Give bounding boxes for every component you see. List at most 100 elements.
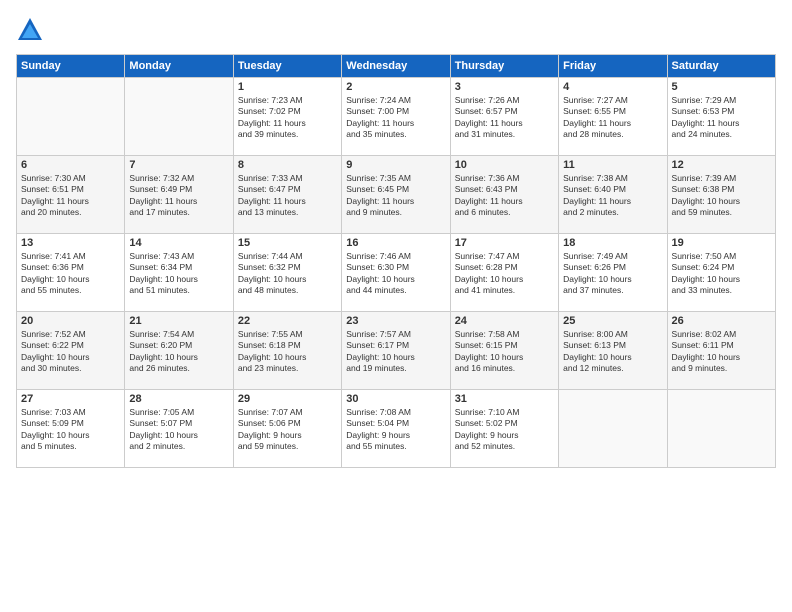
day-number: 11 bbox=[563, 159, 662, 171]
day-number: 7 bbox=[129, 159, 228, 171]
day-cell: 24 Sunrise: 7:58 AM Sunset: 6:15 PM Dayli… bbox=[450, 312, 558, 390]
day-number: 5 bbox=[672, 81, 771, 93]
day-cell: 3Sunrise: 7:26 AM Sunset: 6:57 PM Daylig… bbox=[450, 78, 558, 156]
header-row: SundayMondayTuesdayWednesdayThursdayFrid… bbox=[17, 55, 776, 78]
day-info: Sunrise: 7:55 AM Sunset: 6:18 PM Dayligh… bbox=[238, 329, 337, 375]
day-cell bbox=[17, 78, 125, 156]
day-info: Sunrise: 7:36 AM Sunset: 6:43 PM Dayligh… bbox=[455, 173, 554, 219]
day-cell: 25 Sunrise: 8:00 AM Sunset: 6:13 PM Dayli… bbox=[559, 312, 667, 390]
day-cell: 16Sunrise: 7:46 AM Sunset: 6:30 PM Dayli… bbox=[342, 234, 450, 312]
day-number: 30 bbox=[346, 393, 445, 405]
col-header-saturday: Saturday bbox=[667, 55, 775, 78]
day-number: 6 bbox=[21, 159, 120, 171]
day-cell: 9 Sunrise: 7:35 AM Sunset: 6:45 PM Daylig… bbox=[342, 156, 450, 234]
day-info: Sunrise: 8:00 AM Sunset: 6:13 PM Dayligh… bbox=[563, 329, 662, 375]
day-info: Sunrise: 7:05 AM Sunset: 5:07 PM Dayligh… bbox=[129, 407, 228, 453]
day-info: Sunrise: 7:41 AM Sunset: 6:36 PM Dayligh… bbox=[21, 251, 120, 297]
day-cell bbox=[125, 78, 233, 156]
day-cell: 28 Sunrise: 7:05 AM Sunset: 5:07 PM Dayli… bbox=[125, 390, 233, 468]
logo bbox=[16, 16, 48, 44]
day-info: Sunrise: 7:03 AM Sunset: 5:09 PM Dayligh… bbox=[21, 407, 120, 453]
week-row-1: 1Sunrise: 7:23 AM Sunset: 7:02 PM Daylig… bbox=[17, 78, 776, 156]
day-info: Sunrise: 7:49 AM Sunset: 6:26 PM Dayligh… bbox=[563, 251, 662, 297]
day-number: 1 bbox=[238, 81, 337, 93]
calendar-table: SundayMondayTuesdayWednesdayThursdayFrid… bbox=[16, 54, 776, 468]
day-number: 12 bbox=[672, 159, 771, 171]
day-info: Sunrise: 8:02 AM Sunset: 6:11 PM Dayligh… bbox=[672, 329, 771, 375]
day-cell: 18 Sunrise: 7:49 AM Sunset: 6:26 PM Dayli… bbox=[559, 234, 667, 312]
col-header-thursday: Thursday bbox=[450, 55, 558, 78]
day-cell: 11 Sunrise: 7:38 AM Sunset: 6:40 PM Dayli… bbox=[559, 156, 667, 234]
col-header-friday: Friday bbox=[559, 55, 667, 78]
day-cell: 5 Sunrise: 7:29 AM Sunset: 6:53 PM Daylig… bbox=[667, 78, 775, 156]
day-info: Sunrise: 7:35 AM Sunset: 6:45 PM Dayligh… bbox=[346, 173, 445, 219]
day-number: 21 bbox=[129, 315, 228, 327]
day-cell: 26 Sunrise: 8:02 AM Sunset: 6:11 PM Dayli… bbox=[667, 312, 775, 390]
day-info: Sunrise: 7:29 AM Sunset: 6:53 PM Dayligh… bbox=[672, 95, 771, 141]
day-cell bbox=[559, 390, 667, 468]
day-number: 2 bbox=[346, 81, 445, 93]
week-row-5: 27 Sunrise: 7:03 AM Sunset: 5:09 PM Dayli… bbox=[17, 390, 776, 468]
day-cell: 4Sunrise: 7:27 AM Sunset: 6:55 PM Daylig… bbox=[559, 78, 667, 156]
day-info: Sunrise: 7:33 AM Sunset: 6:47 PM Dayligh… bbox=[238, 173, 337, 219]
day-number: 3 bbox=[455, 81, 554, 93]
day-number: 28 bbox=[129, 393, 228, 405]
day-cell: 30 Sunrise: 7:08 AM Sunset: 5:04 PM Dayli… bbox=[342, 390, 450, 468]
day-cell: 13 Sunrise: 7:41 AM Sunset: 6:36 PM Dayli… bbox=[17, 234, 125, 312]
day-number: 14 bbox=[129, 237, 228, 249]
day-number: 8 bbox=[238, 159, 337, 171]
day-info: Sunrise: 7:10 AM Sunset: 5:02 PM Dayligh… bbox=[455, 407, 554, 453]
day-info: Sunrise: 7:58 AM Sunset: 6:15 PM Dayligh… bbox=[455, 329, 554, 375]
day-number: 22 bbox=[238, 315, 337, 327]
day-cell: 27 Sunrise: 7:03 AM Sunset: 5:09 PM Dayli… bbox=[17, 390, 125, 468]
day-number: 25 bbox=[563, 315, 662, 327]
day-number: 31 bbox=[455, 393, 554, 405]
day-number: 27 bbox=[21, 393, 120, 405]
day-number: 9 bbox=[346, 159, 445, 171]
col-header-wednesday: Wednesday bbox=[342, 55, 450, 78]
day-cell: 6 Sunrise: 7:30 AM Sunset: 6:51 PM Daylig… bbox=[17, 156, 125, 234]
day-cell: 14Sunrise: 7:43 AM Sunset: 6:34 PM Dayli… bbox=[125, 234, 233, 312]
day-info: Sunrise: 7:46 AM Sunset: 6:30 PM Dayligh… bbox=[346, 251, 445, 297]
day-info: Sunrise: 7:30 AM Sunset: 6:51 PM Dayligh… bbox=[21, 173, 120, 219]
header bbox=[16, 16, 776, 44]
day-info: Sunrise: 7:07 AM Sunset: 5:06 PM Dayligh… bbox=[238, 407, 337, 453]
day-info: Sunrise: 7:39 AM Sunset: 6:38 PM Dayligh… bbox=[672, 173, 771, 219]
day-number: 29 bbox=[238, 393, 337, 405]
day-info: Sunrise: 7:52 AM Sunset: 6:22 PM Dayligh… bbox=[21, 329, 120, 375]
day-cell: 10 Sunrise: 7:36 AM Sunset: 6:43 PM Dayli… bbox=[450, 156, 558, 234]
day-cell: 1Sunrise: 7:23 AM Sunset: 7:02 PM Daylig… bbox=[233, 78, 341, 156]
col-header-tuesday: Tuesday bbox=[233, 55, 341, 78]
day-number: 26 bbox=[672, 315, 771, 327]
day-number: 17 bbox=[455, 237, 554, 249]
day-cell: 12 Sunrise: 7:39 AM Sunset: 6:38 PM Dayli… bbox=[667, 156, 775, 234]
day-number: 23 bbox=[346, 315, 445, 327]
col-header-monday: Monday bbox=[125, 55, 233, 78]
day-info: Sunrise: 7:57 AM Sunset: 6:17 PM Dayligh… bbox=[346, 329, 445, 375]
week-row-2: 6 Sunrise: 7:30 AM Sunset: 6:51 PM Daylig… bbox=[17, 156, 776, 234]
day-info: Sunrise: 7:32 AM Sunset: 6:49 PM Dayligh… bbox=[129, 173, 228, 219]
logo-icon bbox=[16, 16, 44, 44]
day-cell: 15 Sunrise: 7:44 AM Sunset: 6:32 PM Dayli… bbox=[233, 234, 341, 312]
day-cell: 7 Sunrise: 7:32 AM Sunset: 6:49 PM Daylig… bbox=[125, 156, 233, 234]
day-info: Sunrise: 7:38 AM Sunset: 6:40 PM Dayligh… bbox=[563, 173, 662, 219]
day-number: 19 bbox=[672, 237, 771, 249]
page: SundayMondayTuesdayWednesdayThursdayFrid… bbox=[0, 0, 792, 612]
day-cell: 20 Sunrise: 7:52 AM Sunset: 6:22 PM Dayli… bbox=[17, 312, 125, 390]
day-number: 13 bbox=[21, 237, 120, 249]
day-number: 18 bbox=[563, 237, 662, 249]
day-number: 10 bbox=[455, 159, 554, 171]
day-number: 24 bbox=[455, 315, 554, 327]
day-cell: 23 Sunrise: 7:57 AM Sunset: 6:17 PM Dayli… bbox=[342, 312, 450, 390]
day-cell: 29 Sunrise: 7:07 AM Sunset: 5:06 PM Dayli… bbox=[233, 390, 341, 468]
week-row-3: 13 Sunrise: 7:41 AM Sunset: 6:36 PM Dayli… bbox=[17, 234, 776, 312]
day-info: Sunrise: 7:08 AM Sunset: 5:04 PM Dayligh… bbox=[346, 407, 445, 453]
day-info: Sunrise: 7:44 AM Sunset: 6:32 PM Dayligh… bbox=[238, 251, 337, 297]
day-cell: 19Sunrise: 7:50 AM Sunset: 6:24 PM Dayli… bbox=[667, 234, 775, 312]
day-number: 4 bbox=[563, 81, 662, 93]
day-number: 15 bbox=[238, 237, 337, 249]
day-cell: 22 Sunrise: 7:55 AM Sunset: 6:18 PM Dayli… bbox=[233, 312, 341, 390]
col-header-sunday: Sunday bbox=[17, 55, 125, 78]
day-cell: 31 Sunrise: 7:10 AM Sunset: 5:02 PM Dayli… bbox=[450, 390, 558, 468]
day-number: 20 bbox=[21, 315, 120, 327]
